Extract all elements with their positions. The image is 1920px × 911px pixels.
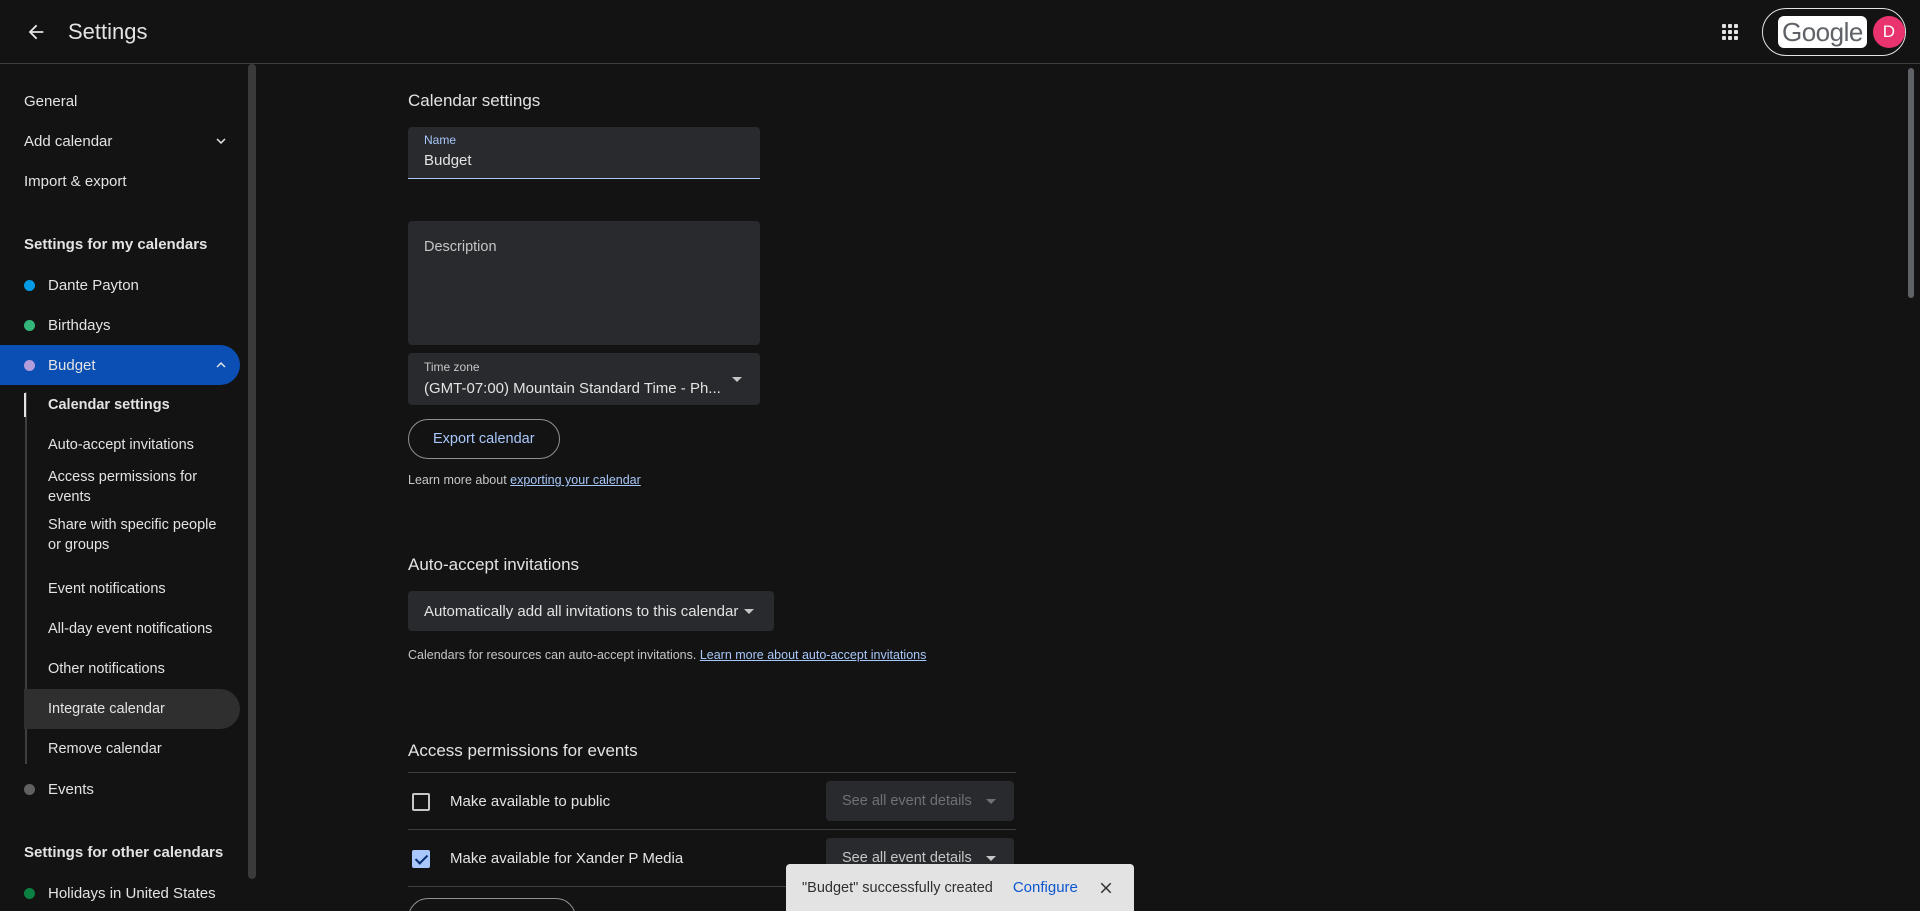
description-field[interactable]: Description: [408, 221, 760, 345]
sidebar-item-label: Access permissions for events: [48, 469, 198, 505]
sidebar-item-label: Dante Payton: [48, 276, 139, 294]
apps-grid-icon: [1722, 24, 1738, 40]
public-access-level-select[interactable]: See all event details: [826, 781, 1014, 821]
timezone-value: (GMT-07:00) Mountain Standard Time - Ph.…: [424, 380, 721, 397]
access-permissions-heading: Access permissions for events: [408, 741, 638, 760]
sidebar-item-import-export[interactable]: Import & export: [0, 161, 240, 201]
get-shareable-link-button[interactable]: [408, 898, 576, 911]
avatar: D: [1872, 16, 1905, 48]
sidebar-item-label: Remove calendar: [48, 741, 162, 757]
chevron-up-icon: [216, 362, 226, 368]
name-field-label: Name: [424, 133, 457, 147]
organization-checkbox[interactable]: [412, 850, 430, 868]
main-scrollbar[interactable]: [1908, 68, 1914, 298]
top-app-bar: Settings Google D: [0, 0, 1920, 64]
calendar-color-dot: [24, 279, 35, 291]
sidebar-sub-access-permissions[interactable]: Access permissions for events: [24, 465, 224, 509]
sidebar-item-general[interactable]: General: [0, 81, 240, 121]
sidebar-scrollbar[interactable]: [248, 64, 256, 879]
sidebar-item-label: Add calendar: [24, 132, 113, 150]
permission-row-public: Make available to public See all event d…: [408, 772, 1016, 829]
description-field-label: Description: [424, 239, 497, 255]
auto-accept-heading: Auto-accept invitations: [408, 555, 580, 574]
calendar-color-dot: [24, 783, 35, 795]
snackbar-message: "Budget" successfully created: [802, 879, 993, 896]
sidebar-item-budget[interactable]: Budget: [0, 345, 240, 385]
settings-sidebar: General Add calendar Import & export Set…: [0, 64, 258, 911]
google-account-button[interactable]: Google D: [1762, 8, 1906, 56]
sidebar-item-label: Events: [48, 780, 94, 798]
my-calendars-heading: Settings for my calendars: [24, 236, 208, 253]
configure-button[interactable]: Configure: [1013, 879, 1078, 896]
sidebar-sub-auto-accept[interactable]: Auto-accept invitations: [24, 425, 240, 465]
sidebar-sub-all-day-notifications[interactable]: All-day event notifications: [24, 609, 240, 649]
sidebar-sub-remove-calendar[interactable]: Remove calendar: [24, 729, 240, 769]
arrow-back-icon: [28, 24, 44, 40]
chevron-down-icon: [216, 138, 226, 144]
dropdown-arrow-icon: [732, 377, 742, 382]
snackbar-close-button[interactable]: [1094, 876, 1118, 900]
timezone-select[interactable]: Time zone (GMT-07:00) Mountain Standard …: [408, 353, 760, 405]
auto-accept-select-value: Automatically add all invitations to thi…: [424, 602, 739, 620]
name-field[interactable]: Name Budget: [408, 127, 760, 179]
sidebar-item-label: Holidays in United States: [48, 884, 216, 902]
sidebar-item-dante-payton[interactable]: Dante Payton: [0, 265, 240, 305]
sidebar-item-birthdays[interactable]: Birthdays: [0, 305, 240, 345]
calendar-color-dot: [24, 319, 35, 331]
sidebar-item-label: Calendar settings: [48, 397, 170, 413]
sidebar-item-label: Birthdays: [48, 316, 111, 334]
auto-accept-help-text: Calendars for resources can auto-accept …: [408, 648, 926, 662]
sidebar-item-label: Auto-accept invitations: [48, 437, 194, 453]
export-calendar-button[interactable]: Export calendar: [408, 419, 560, 459]
google-apps-button[interactable]: [1712, 14, 1748, 50]
calendar-color-dot: [24, 359, 35, 371]
sidebar-item-label: Share with specific people or groups: [48, 517, 217, 553]
calendar-settings-heading: Calendar settings: [408, 91, 541, 110]
sidebar-item-label: Event notifications: [48, 581, 166, 597]
auto-accept-help-prefix: Calendars for resources can auto-accept …: [408, 648, 700, 662]
auto-accept-select[interactable]: Automatically add all invitations to thi…: [408, 591, 774, 631]
sidebar-item-label: Integrate calendar: [48, 701, 165, 717]
public-checkbox[interactable]: [412, 793, 430, 811]
sidebar-item-events[interactable]: Events: [0, 769, 240, 809]
google-logo: Google: [1778, 16, 1867, 48]
sidebar-item-label: General: [24, 92, 78, 110]
auto-accept-learn-more-link[interactable]: Learn more about auto-accept invitations: [700, 648, 927, 662]
sidebar-sub-integrate-calendar[interactable]: Integrate calendar: [24, 689, 240, 729]
sidebar-sub-calendar-settings[interactable]: Calendar settings: [24, 385, 240, 425]
exporting-calendar-link[interactable]: exporting your calendar: [510, 473, 641, 487]
sidebar-sub-event-notifications[interactable]: Event notifications: [24, 569, 240, 609]
access-level-value: See all event details: [842, 793, 972, 809]
export-help-text: Learn more about exporting your calendar: [408, 473, 641, 487]
dropdown-arrow-icon: [986, 799, 996, 804]
timezone-label: Time zone: [424, 360, 480, 374]
sidebar-item-label: Budget: [48, 356, 96, 374]
snackbar: "Budget" successfully created Configure: [786, 864, 1134, 911]
other-calendars-heading: Settings for other calendars: [24, 844, 224, 861]
sidebar-sub-other-notifications[interactable]: Other notifications: [24, 649, 240, 689]
export-help-prefix: Learn more about: [408, 473, 511, 487]
page-title: Settings: [68, 19, 148, 44]
close-icon: [1100, 882, 1112, 893]
sidebar-item-add-calendar[interactable]: Add calendar: [0, 121, 240, 161]
sidebar-item-label: All-day event notifications: [48, 621, 213, 637]
calendar-color-dot: [24, 887, 35, 899]
name-field-value: Budget: [424, 152, 472, 169]
sidebar-item-label: Import & export: [24, 172, 127, 190]
dropdown-arrow-icon: [744, 609, 754, 614]
permission-label: Make available for Xander P Media: [450, 850, 684, 867]
sidebar-sub-share-with-people[interactable]: Share with specific people or groups: [24, 513, 224, 557]
sidebar-item-holidays-us[interactable]: Holidays in United States: [0, 873, 240, 911]
sidebar-item-label: Other notifications: [48, 661, 165, 677]
permission-label: Make available to public: [450, 793, 611, 810]
back-button[interactable]: [18, 14, 54, 50]
dropdown-arrow-icon: [986, 856, 996, 861]
